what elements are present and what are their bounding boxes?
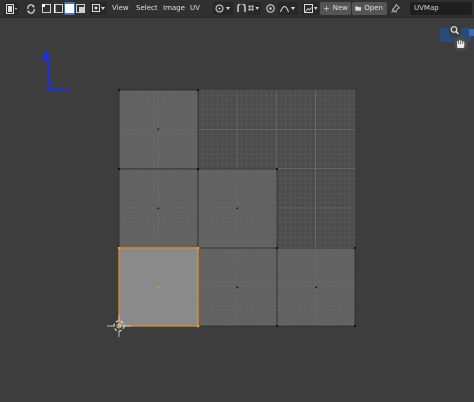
falloff-curve-icon: [279, 6, 295, 13]
uv-axis-gizmo: [41, 49, 69, 92]
menu-uv[interactable]: UV: [187, 3, 203, 14]
vertex-select-mode[interactable]: [41, 2, 52, 15]
proportional-edit-icon: [266, 4, 275, 13]
menu-view[interactable]: View: [109, 3, 132, 14]
image-editor-icon: [5, 3, 17, 14]
island-select-mode[interactable]: [75, 2, 86, 15]
open-image-button[interactable]: Open: [352, 2, 387, 15]
snap-increment-icon: [248, 5, 259, 11]
falloff-dropdown[interactable]: [278, 2, 298, 15]
folder-icon: [355, 6, 361, 11]
pan-button[interactable]: [454, 37, 468, 51]
pin-icon: [391, 4, 400, 13]
uv-sync-selection-toggle[interactable]: [25, 2, 37, 15]
editor-type-selector[interactable]: [4, 2, 19, 15]
pivot-point-dropdown[interactable]: [213, 2, 233, 15]
pin-image-toggle[interactable]: [390, 2, 401, 15]
new-image-button[interactable]: + New: [320, 2, 351, 15]
uv-map-field[interactable]: UVMap: [410, 2, 472, 15]
menu-select[interactable]: Select: [133, 3, 161, 14]
vertex-select-icon: [42, 4, 51, 13]
face-select-icon: [65, 4, 74, 13]
snap-target-dropdown[interactable]: [247, 2, 261, 15]
pivot-point-icon: [215, 4, 230, 13]
image-browse-icon: [303, 4, 317, 13]
island-select-icon: [76, 4, 85, 13]
plus-icon: +: [323, 3, 330, 13]
edge-select-mode[interactable]: [53, 2, 64, 15]
sticky-selection-mode-dropdown[interactable]: [90, 2, 107, 15]
new-image-label: New: [332, 4, 348, 12]
open-image-label: Open: [364, 4, 383, 12]
menu-image[interactable]: Image: [160, 3, 188, 14]
sticky-select-mode-icon: [91, 4, 105, 12]
image-browse-dropdown[interactable]: [302, 2, 319, 15]
snap-toggle[interactable]: [236, 2, 247, 15]
uv-canvas: [41, 24, 474, 337]
image-editor-header: View Select Image UV + New Open UVMap: [0, 0, 474, 18]
edge-select-icon: [54, 4, 63, 13]
snap-icon: [237, 4, 246, 12]
uv-sync-selection-icon: [27, 3, 35, 14]
uv-editor-viewport[interactable]: [0, 18, 474, 402]
proportional-editing-toggle[interactable]: [265, 2, 276, 15]
face-select-mode[interactable]: [64, 2, 75, 15]
